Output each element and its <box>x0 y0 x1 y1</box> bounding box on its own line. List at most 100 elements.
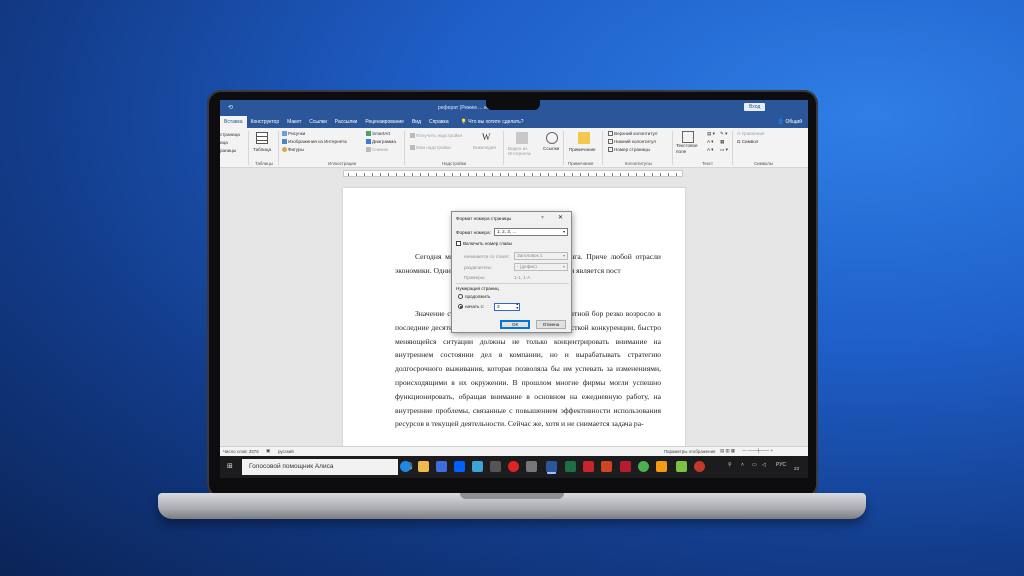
nvidia-icon[interactable] <box>676 461 687 472</box>
tab-design[interactable]: Конструктор <box>247 119 284 125</box>
language-indicator[interactable]: русский <box>278 449 294 454</box>
links-button[interactable]: Ссылки <box>543 146 559 151</box>
people-icon[interactable]: ⚲ <box>728 462 732 468</box>
spinner-arrows-icon[interactable]: ▲ ▼ <box>516 302 519 310</box>
zoom-slider[interactable]: — ───┼─── + <box>742 448 773 453</box>
page-number-button[interactable]: Номер страницы <box>608 147 650 153</box>
edge-icon[interactable] <box>400 461 411 472</box>
ok-button[interactable]: ОК <box>500 320 530 329</box>
online-video-icon[interactable] <box>516 132 528 144</box>
login-button[interactable]: Вход <box>744 103 766 111</box>
settings-gear-icon[interactable] <box>656 461 667 472</box>
chart-button[interactable]: Диаграмма <box>366 139 396 145</box>
separator-select[interactable]: - (дефис) ▾ <box>514 263 568 271</box>
word-count[interactable]: Число слов: 3376 <box>223 449 259 454</box>
checkbox-icon <box>456 241 461 247</box>
access-icon[interactable] <box>583 461 594 472</box>
camera-notch <box>486 96 540 110</box>
shapes-button[interactable]: Фигуры <box>282 147 304 153</box>
header-icon <box>608 131 613 137</box>
start-at-stepper[interactable]: 3 ▲ ▼ <box>494 302 520 311</box>
opera-icon[interactable] <box>508 461 519 472</box>
ruler-tick <box>660 173 661 176</box>
pictures-button[interactable]: Рисунки <box>282 131 305 137</box>
recorder-icon[interactable] <box>694 461 705 472</box>
table-button[interactable]: Таблица <box>253 147 271 152</box>
textbox-button[interactable]: Текстовое поле <box>676 143 702 155</box>
horizontal-ruler[interactable] <box>343 170 683 177</box>
format-select[interactable]: 1, 2, 3, ... ▾ <box>494 228 568 236</box>
search-box[interactable]: Голосовой помощник Алиса 🎙 <box>242 459 414 475</box>
view-buttons[interactable]: ▤ ▥ ▦ <box>720 448 735 454</box>
tab-layout[interactable]: Макет <box>283 119 305 125</box>
excel-icon[interactable] <box>565 461 576 472</box>
comment-icon[interactable] <box>578 132 590 144</box>
online-video-button[interactable]: Видео из Интернета <box>508 146 538 156</box>
get-addins-button[interactable]: Получить надстройки <box>410 133 462 139</box>
tab-review[interactable]: Рецензирование <box>361 119 408 125</box>
tab-insert[interactable]: Вставка <box>220 116 247 128</box>
screenshot-button[interactable]: Снимок <box>366 147 388 153</box>
ruler-tick <box>364 173 365 176</box>
chrome-icon[interactable] <box>638 461 649 472</box>
start-at-radio[interactable]: начать с: <box>458 304 484 310</box>
tab-view[interactable]: Вид <box>408 119 425 125</box>
proofing-icon[interactable]: ▣ <box>266 448 270 454</box>
store-icon[interactable] <box>436 461 447 472</box>
pages-cut-3[interactable]: раницы <box>220 148 236 153</box>
volume-icon[interactable]: ◁ <box>762 462 766 468</box>
equation-button[interactable]: π Уравнение <box>737 131 764 136</box>
display-settings[interactable]: Параметры отображения <box>664 449 715 454</box>
notepad-icon[interactable] <box>526 461 537 472</box>
file-explorer-icon[interactable] <box>418 461 429 472</box>
ruler-tick <box>500 173 501 176</box>
include-chapter-checkbox[interactable]: Включить номер главы <box>456 241 512 247</box>
messenger-icon[interactable] <box>472 461 483 472</box>
link-icon[interactable] <box>546 132 558 144</box>
wikipedia-icon[interactable]: W <box>482 132 491 142</box>
ruler-tick <box>564 173 565 176</box>
my-addins-button[interactable]: Мои надстройки <box>410 145 451 151</box>
word-icon[interactable] <box>546 461 557 472</box>
app-icon[interactable] <box>620 461 631 472</box>
tab-references[interactable]: Ссылки <box>305 119 331 125</box>
dropcap-icon[interactable]: A ▾ <box>707 147 713 153</box>
quickparts-icon[interactable]: ▤ ▾ <box>707 131 715 137</box>
datetime-icon[interactable]: ▦ <box>720 139 724 145</box>
symbol-button[interactable]: Ω Символ <box>737 139 758 144</box>
network-icon[interactable]: ▭ <box>752 462 757 468</box>
undo-icon[interactable]: ⟲ <box>228 104 233 111</box>
smartart-button[interactable]: SmartArt <box>366 131 390 137</box>
close-icon[interactable]: ✕ <box>558 214 563 221</box>
chart-icon <box>366 139 371 145</box>
clock[interactable]: 23 <box>794 466 799 471</box>
tray-chevron-icon[interactable]: ˄ <box>741 462 744 468</box>
photos-icon[interactable] <box>490 461 501 472</box>
table-icon[interactable] <box>256 132 268 144</box>
chevron-down-icon: ▾ <box>562 264 565 269</box>
pages-cut-1[interactable]: страница <box>220 132 240 137</box>
header-button[interactable]: Верхний колонтитул <box>608 131 657 137</box>
my-addins-label: Мои надстройки <box>416 145 451 150</box>
input-language[interactable]: РУС <box>776 462 786 468</box>
task-view-icon[interactable]: ⊞ <box>227 462 233 470</box>
continue-radio[interactable]: продолжить <box>458 294 490 300</box>
cancel-button[interactable]: Отмена <box>536 320 566 329</box>
comment-button[interactable]: Примечание <box>569 147 596 152</box>
share-button[interactable]: 👤 Общий <box>778 119 802 125</box>
textbox-icon[interactable] <box>682 131 694 143</box>
help-button[interactable]: ? <box>541 215 544 220</box>
tell-me-search[interactable]: 💡 Что вы хотите сделать? <box>461 119 524 125</box>
object-icon[interactable]: ▭ ▾ <box>720 147 728 153</box>
signature-icon[interactable]: ✎ ▾ <box>720 131 727 137</box>
pages-cut-2[interactable]: ица <box>220 140 228 145</box>
chapter-style-select[interactable]: Заголовок 1 ▾ <box>514 252 568 260</box>
online-pictures-button[interactable]: Изображения из Интернета <box>282 139 347 145</box>
footer-button[interactable]: Нижний колонтитул <box>608 139 656 145</box>
powerpoint-icon[interactable] <box>601 461 612 472</box>
wordart-icon[interactable]: A ▾ <box>707 139 713 145</box>
tab-help[interactable]: Справка <box>425 119 453 125</box>
wikipedia-button[interactable]: Википедия <box>473 145 496 150</box>
dropbox-icon[interactable] <box>454 461 465 472</box>
tab-mailings[interactable]: Рассылки <box>331 119 361 125</box>
